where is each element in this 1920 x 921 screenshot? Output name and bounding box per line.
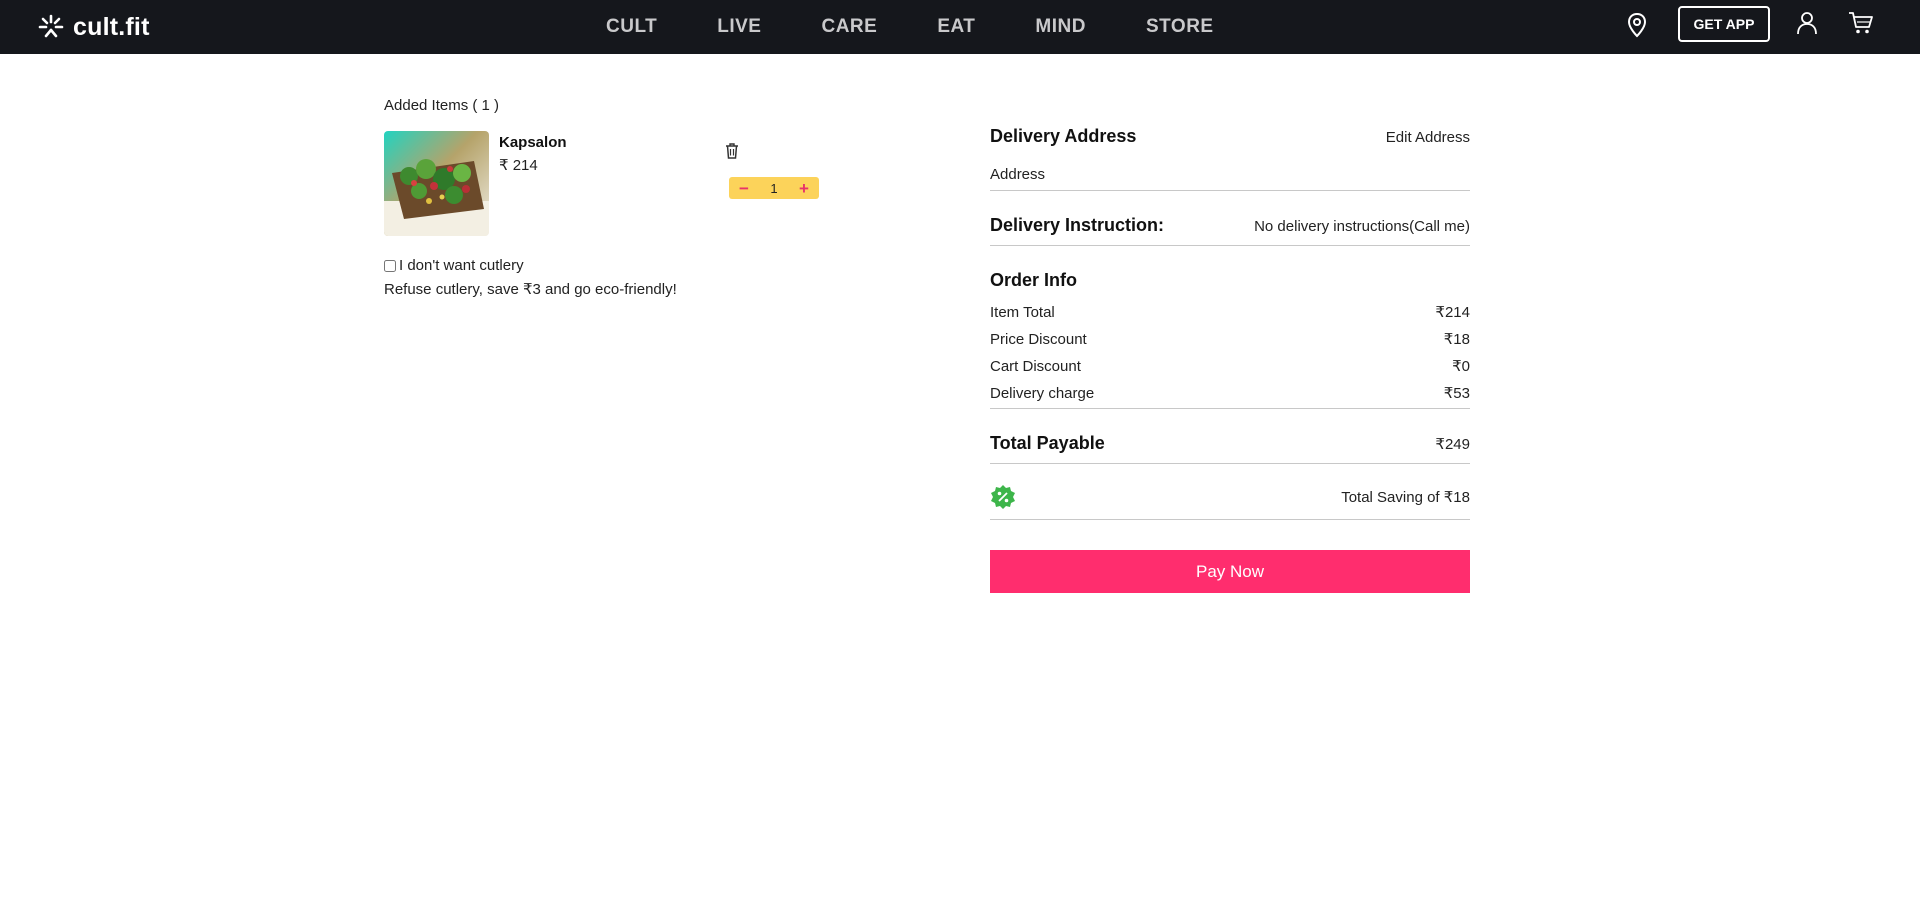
item-image <box>384 131 489 236</box>
delivery-instruction-title: Delivery Instruction: <box>990 215 1165 235</box>
nav-eat[interactable]: EAT <box>937 16 975 38</box>
item-price: ₹ 214 <box>499 157 538 174</box>
order-line-value: ₹53 <box>1443 385 1470 402</box>
address-value: Address <box>990 166 1046 183</box>
get-app-button[interactable]: GET APP <box>1678 6 1770 42</box>
cult-fit-logo-icon <box>38 14 64 38</box>
order-info-header: Order Info <box>990 270 1470 291</box>
order-line-label: Cart Discount <box>990 358 1081 375</box>
divider <box>990 190 1470 191</box>
added-items-title: Added Items ( 1 ) <box>384 97 500 114</box>
nav-mind[interactable]: MIND <box>1035 16 1086 38</box>
divider <box>990 408 1470 409</box>
main-nav: CULT LIVE CARE EAT MIND STORE <box>606 0 1214 54</box>
logo-text: cult.fit <box>73 12 150 41</box>
order-line-delivery-charge: Delivery charge ₹53 <box>990 384 1470 402</box>
total-payable-value: ₹249 <box>1435 436 1470 453</box>
order-line-label: Price Discount <box>990 331 1087 348</box>
order-line-label: Item Total <box>990 304 1055 321</box>
divider <box>990 245 1470 246</box>
cutlery-label: I don't want cutlery <box>399 257 524 274</box>
edit-address-link[interactable]: Edit Address <box>1386 129 1470 146</box>
order-line-cart-discount: Cart Discount ₹0 <box>990 357 1470 375</box>
order-line-value: ₹0 <box>1452 358 1470 375</box>
order-line-label: Delivery charge <box>990 385 1095 402</box>
nav-cult[interactable]: CULT <box>606 16 657 38</box>
delivery-address-header: Delivery Address Edit Address <box>990 126 1470 147</box>
pay-now-button[interactable]: Pay Now <box>990 550 1470 593</box>
order-line-item-total: Item Total ₹214 <box>990 303 1470 321</box>
decrease-quantity-button[interactable]: − <box>739 180 749 197</box>
total-payable-row: Total Payable ₹249 <box>990 433 1470 454</box>
delivery-instruction-value: No delivery instructions(Call me) <box>1254 218 1470 235</box>
cutlery-option[interactable]: I don't want cutlery <box>384 257 524 274</box>
item-name: Kapsalon <box>499 134 567 151</box>
delivery-instruction-row[interactable]: Delivery Instruction: No delivery instru… <box>990 215 1470 236</box>
profile-icon[interactable] <box>1796 10 1818 36</box>
order-line-price-discount: Price Discount ₹18 <box>990 330 1470 348</box>
trash-icon[interactable] <box>724 142 740 160</box>
divider <box>990 463 1470 464</box>
divider <box>990 519 1470 520</box>
increase-quantity-button[interactable]: + <box>799 180 809 197</box>
cutlery-note: Refuse cutlery, save ₹3 and go eco-frien… <box>384 281 677 298</box>
total-saving-row: Total Saving of ₹18 <box>990 484 1470 510</box>
location-pin-icon[interactable] <box>1626 12 1648 38</box>
delivery-address-title: Delivery Address <box>990 126 1137 146</box>
food-photo <box>384 131 489 236</box>
nav-live[interactable]: LIVE <box>717 16 761 38</box>
order-line-value: ₹18 <box>1443 331 1470 348</box>
nav-store[interactable]: STORE <box>1146 16 1214 38</box>
discount-badge-icon <box>991 485 1015 509</box>
address-row[interactable]: Address <box>990 166 1470 183</box>
quantity-value: 1 <box>770 180 778 196</box>
total-payable-label: Total Payable <box>990 433 1105 453</box>
cart-icon[interactable] <box>1848 10 1874 36</box>
logo[interactable]: cult.fit <box>37 10 150 44</box>
cutlery-checkbox[interactable] <box>384 259 396 272</box>
order-info-title: Order Info <box>990 270 1078 290</box>
total-saving-text: Total Saving of ₹18 <box>1341 489 1470 506</box>
nav-care[interactable]: CARE <box>821 16 877 38</box>
quantity-stepper: − 1 + <box>729 177 819 199</box>
top-navbar: cult.fit CULT LIVE CARE EAT MIND STORE G… <box>0 0 1920 54</box>
order-line-value: ₹214 <box>1435 304 1470 321</box>
